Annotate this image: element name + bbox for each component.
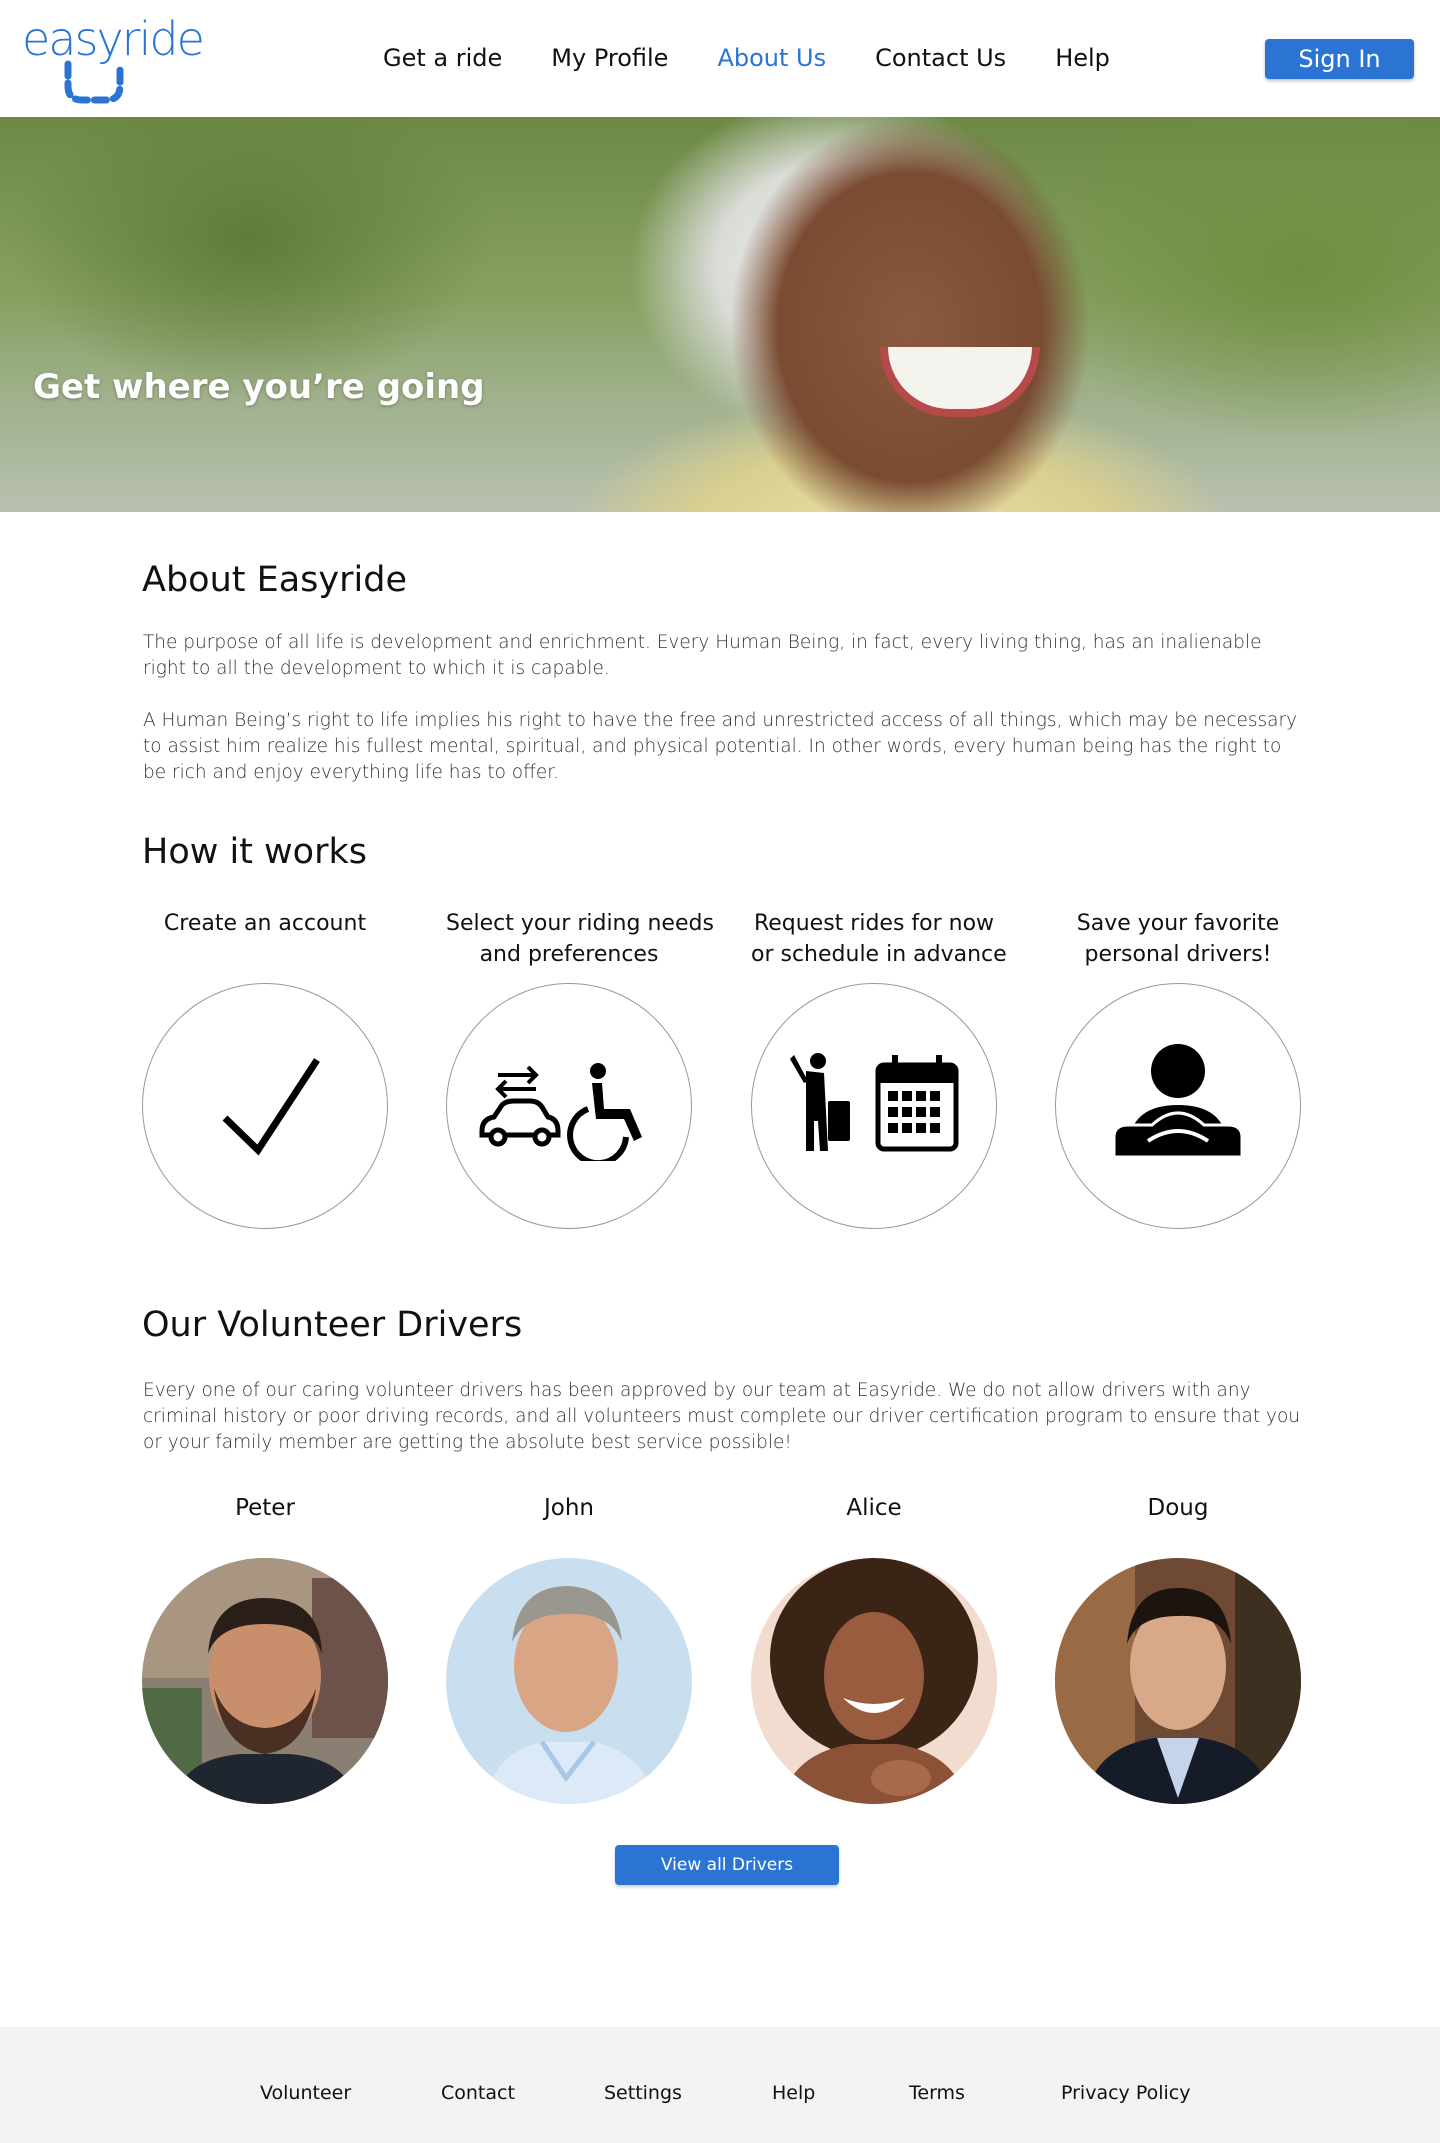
nav-about-us[interactable]: About Us (717, 42, 826, 74)
car-wheelchair-icon (479, 1063, 642, 1161)
step-label-line2: personal drivers! (1084, 942, 1272, 967)
swap-arrows-icon (495, 1065, 539, 1099)
traveler-calendar-icon (790, 1053, 959, 1152)
driver-name: Doug (1147, 1495, 1209, 1521)
footer-link-help[interactable]: Help (772, 2082, 815, 2104)
car-icon (479, 1098, 561, 1147)
view-all-drivers-button[interactable]: View all Drivers (615, 1845, 839, 1885)
driver-card-alice[interactable]: Alice (751, 1495, 997, 1804)
nav-get-a-ride[interactable]: Get a ride (383, 42, 502, 74)
hero-title: Get where you’re going (33, 367, 485, 407)
avatar-doug[interactable] (1055, 1558, 1301, 1804)
nav-my-profile[interactable]: My Profile (551, 42, 668, 74)
logo-text: easyride (22, 12, 205, 66)
hero-photo-detail (880, 347, 1040, 417)
calendar-icon (875, 1055, 959, 1152)
driver-name: Alice (846, 1495, 902, 1521)
hero-banner: Get where you’re going (0, 117, 1440, 512)
step-circle (1055, 983, 1301, 1229)
avatar-peter[interactable] (142, 1558, 388, 1804)
nav-contact-us[interactable]: Contact Us (875, 42, 1006, 74)
driver-name: Peter (235, 1495, 295, 1521)
checkmark-icon (222, 1058, 320, 1156)
sign-in-button[interactable]: Sign In (1265, 39, 1414, 79)
step-select-needs: Select your riding needs and preferences (446, 908, 714, 1229)
step-label: Request rides for now or schedule in adv… (751, 908, 1007, 970)
about-paragraph-2: A Human Being’s right to life implies hi… (143, 710, 1298, 783)
logo-smile-icon (64, 60, 124, 104)
main-nav: Get a ride My Profile About Us Contact U… (383, 42, 1159, 74)
wheelchair-icon (567, 1063, 642, 1161)
step-label-line2: or schedule in advance (751, 942, 1007, 967)
driver-card-doug[interactable]: Doug (1055, 1495, 1301, 1804)
step-request-rides: Request rides for now or schedule in adv… (751, 908, 1007, 1229)
traveler-icon (790, 1053, 850, 1151)
avatar-john[interactable] (446, 1558, 692, 1804)
site-header: easyride Get a ride My Profile About Us … (0, 0, 1440, 117)
step-label-line1: Save your favorite (1076, 911, 1280, 936)
about-heading: About Easyride (142, 560, 407, 600)
easyride-logo[interactable]: easyride (22, 14, 205, 110)
drivers-list: Peter John Alice Doug (142, 1495, 1301, 1805)
step-save-drivers: Save your favorite personal drivers! (1055, 908, 1301, 1229)
footer-link-contact[interactable]: Contact (441, 2082, 515, 2104)
footer-link-terms[interactable]: Terms (909, 2082, 965, 2104)
drivers-description: Every one of our caring volunteer driver… (143, 1380, 1301, 1453)
step-label: Select your riding needs and preferences (446, 908, 714, 970)
nav-help[interactable]: Help (1055, 42, 1110, 74)
steps-list: Create an account Select your riding nee… (142, 908, 1301, 1229)
step-label-line1: Create an account (163, 911, 367, 936)
step-circle (446, 983, 692, 1229)
step-label-line2: and preferences (479, 942, 659, 967)
drivers-heading: Our Volunteer Drivers (142, 1305, 523, 1345)
step-label: Create an account (142, 908, 388, 970)
driver-card-peter[interactable]: Peter (142, 1495, 388, 1804)
footer-link-privacy-policy[interactable]: Privacy Policy (1061, 2082, 1190, 2104)
driver-name: John (543, 1495, 594, 1521)
step-create-account: Create an account (142, 908, 388, 1229)
about-paragraph-1: The purpose of all life is development a… (143, 632, 1262, 679)
driver-card-john[interactable]: John (446, 1495, 692, 1804)
step-label: Save your favorite personal drivers! (1055, 908, 1301, 970)
step-circle (751, 983, 997, 1229)
footer-link-settings[interactable]: Settings (604, 2082, 682, 2104)
step-circle (142, 983, 388, 1229)
footer-link-volunteer[interactable]: Volunteer (260, 2082, 351, 2104)
driver-icon (1112, 1044, 1244, 1159)
site-footer: Volunteer Contact Settings Help Terms Pr… (0, 2027, 1440, 2143)
avatar-alice[interactable] (751, 1558, 997, 1804)
step-label-line1: Request rides for now (753, 911, 995, 936)
how-it-works-heading: How it works (142, 832, 367, 872)
step-label-line1: Select your riding needs (446, 911, 714, 936)
